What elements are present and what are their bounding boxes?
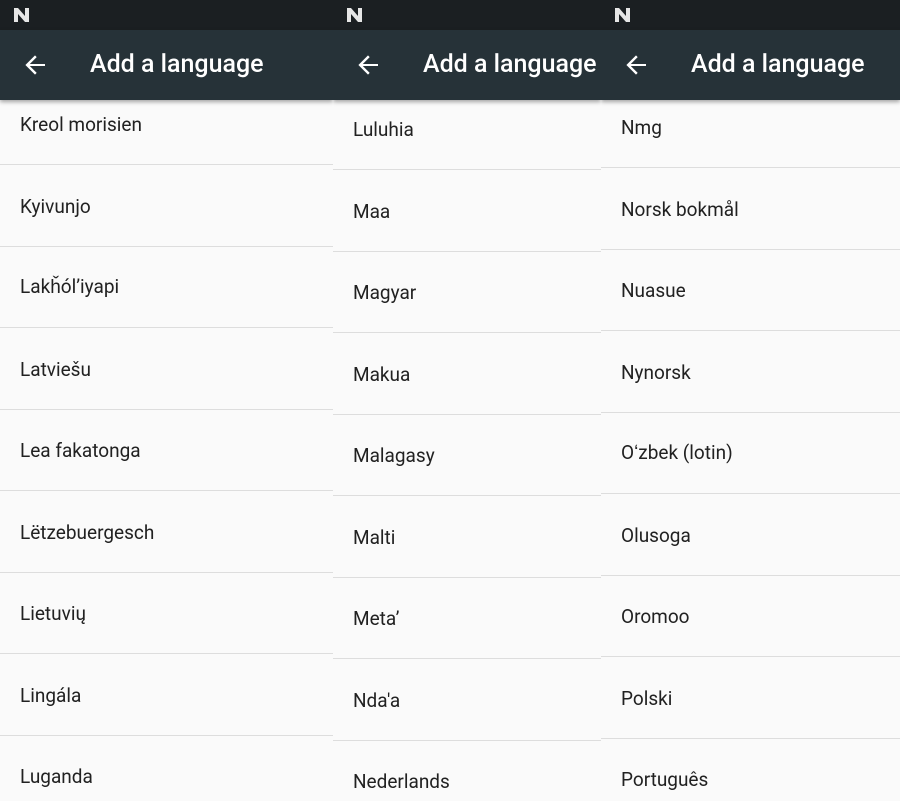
list-item[interactable]: Malti bbox=[333, 497, 601, 577]
list-item[interactable]: Luluhia bbox=[333, 89, 601, 169]
list-item[interactable]: Maa bbox=[333, 171, 601, 251]
list-item[interactable]: Olusoga bbox=[601, 495, 900, 575]
list-divider bbox=[333, 169, 601, 170]
list-item[interactable]: Magyar bbox=[333, 252, 601, 332]
list-item[interactable]: Oromoo bbox=[601, 576, 900, 656]
list-item[interactable]: Nederlands bbox=[333, 741, 601, 801]
list-item[interactable]: Lietuvių bbox=[0, 573, 333, 653]
language-label: Nuasue bbox=[621, 278, 686, 302]
page-title: Add a language bbox=[90, 50, 264, 79]
list-item[interactable]: Nynorsk bbox=[601, 332, 900, 412]
list-divider bbox=[0, 653, 333, 654]
list-divider bbox=[601, 167, 900, 168]
list-item[interactable]: Luganda bbox=[0, 736, 333, 801]
language-label: Nederlands bbox=[353, 769, 450, 793]
list-item[interactable]: Oʻzbek (lotin) bbox=[601, 413, 900, 493]
list-item[interactable]: Nda'a bbox=[333, 660, 601, 740]
list-item[interactable]: Lakȟól’iyapi bbox=[0, 247, 333, 327]
language-label: Olusoga bbox=[621, 523, 691, 547]
language-label: Malagasy bbox=[353, 443, 435, 467]
language-panel-3: Add a language Nmg Norsk bokmål Nuasue Nyno… bbox=[601, 0, 900, 801]
list-item[interactable]: Lëtzebuergesch bbox=[0, 492, 333, 572]
status-bar bbox=[0, 0, 333, 30]
back-arrow-icon[interactable] bbox=[357, 54, 379, 76]
list-divider bbox=[601, 493, 900, 494]
language-label: Malti bbox=[353, 525, 396, 549]
language-label: Meta’ bbox=[353, 606, 400, 630]
list-divider bbox=[333, 495, 601, 496]
back-arrow-icon[interactable] bbox=[625, 54, 647, 76]
language-label: Polski bbox=[621, 686, 673, 710]
language-label: Oʻzbek (lotin) bbox=[621, 441, 733, 464]
list-item[interactable]: Lea fakatonga bbox=[0, 410, 333, 490]
app-bar: Add a language bbox=[0, 30, 333, 100]
language-panel-1: Add a language Kreol morisien Kyivunjo Lak… bbox=[0, 0, 333, 801]
status-bar bbox=[601, 0, 900, 30]
app-bar: Add a language bbox=[601, 30, 900, 100]
app-bar: Add a language bbox=[333, 30, 601, 100]
page-title: Add a language bbox=[691, 50, 865, 79]
list-divider bbox=[0, 164, 333, 165]
list-item[interactable]: Lingála bbox=[0, 655, 333, 735]
language-label: Luganda bbox=[20, 764, 93, 788]
language-label: Português bbox=[621, 767, 709, 791]
language-label: Lea fakatonga bbox=[20, 438, 141, 462]
language-label: Lingála bbox=[20, 683, 82, 707]
list-divider bbox=[601, 656, 900, 657]
list-item[interactable]: Meta’ bbox=[333, 578, 601, 658]
list-divider bbox=[0, 490, 333, 491]
language-label: Nynorsk bbox=[621, 360, 691, 384]
language-label: Luluhia bbox=[353, 117, 414, 141]
list-item[interactable]: Português bbox=[601, 739, 900, 801]
android-n-icon bbox=[615, 8, 630, 22]
android-n-icon bbox=[347, 8, 362, 22]
language-label: Kyivunjo bbox=[20, 194, 91, 218]
language-panel-2: Add a language Luluhia Maa Magyar Makua Mala… bbox=[333, 0, 601, 801]
language-label: Lakȟól’iyapi bbox=[20, 275, 120, 298]
language-label: Lëtzebuergesch bbox=[20, 520, 155, 544]
language-label: Norsk bokmål bbox=[621, 197, 739, 221]
back-arrow-icon[interactable] bbox=[24, 54, 46, 76]
language-label: Maa bbox=[353, 199, 391, 223]
list-divider bbox=[601, 330, 900, 331]
language-label: Latviešu bbox=[20, 357, 91, 381]
status-bar bbox=[333, 0, 601, 30]
list-item[interactable]: Malagasy bbox=[333, 415, 601, 495]
list-item[interactable]: Latviešu bbox=[0, 329, 333, 409]
list-divider bbox=[0, 327, 333, 328]
page-title: Add a language bbox=[423, 50, 597, 79]
list-item[interactable]: Kyivunjo bbox=[0, 166, 333, 246]
list-item[interactable]: Nuasue bbox=[601, 250, 900, 330]
language-label: Makua bbox=[353, 362, 411, 386]
language-label: Magyar bbox=[353, 280, 417, 304]
list-item[interactable]: Norsk bokmål bbox=[601, 169, 900, 249]
language-label: Oromoo bbox=[621, 604, 690, 628]
list-item[interactable]: Polski bbox=[601, 658, 900, 738]
list-divider bbox=[333, 332, 601, 333]
language-label: Lietuvių bbox=[20, 601, 86, 625]
list-item[interactable]: Makua bbox=[333, 334, 601, 414]
list-divider bbox=[333, 658, 601, 659]
language-label: Nda'a bbox=[353, 688, 401, 712]
android-n-icon bbox=[14, 8, 29, 22]
